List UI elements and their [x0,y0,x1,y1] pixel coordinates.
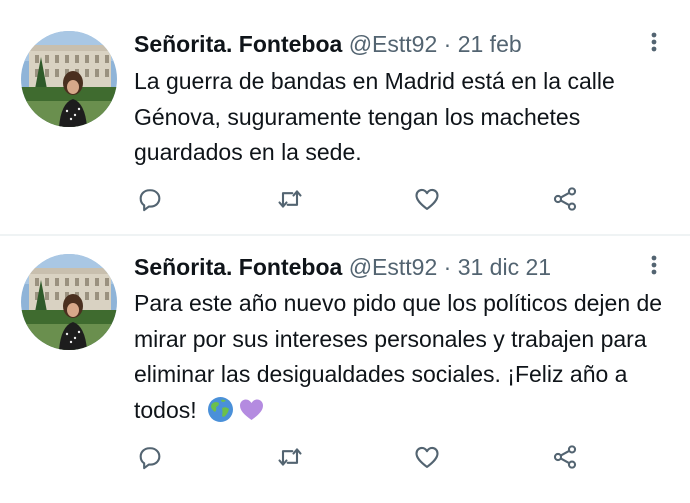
tweet-text: Para este año nuevo pido que los polític… [134,286,674,428]
tweet-header: Señorita. Fonteboa @Estt92 · 21 feb [134,30,630,58]
avatar[interactable] [21,31,117,127]
handle[interactable]: @Estt92 [349,31,438,57]
like-button[interactable] [407,179,447,219]
separator: · [443,254,452,280]
more-options-icon[interactable] [644,253,664,281]
share-button[interactable] [545,437,585,477]
tweet-date[interactable]: 31 dic 21 [458,254,551,280]
tweet-actions [0,437,690,477]
retweet-icon [278,190,302,208]
like-icon [415,188,439,210]
tweet[interactable]: Señorita. Fonteboa @Estt92 · 21 feb La g… [0,0,690,234]
reply-icon [139,189,161,212]
like-icon [415,446,439,468]
reply-button[interactable] [130,179,170,219]
reply-button[interactable] [130,437,170,477]
retweet-button[interactable] [270,179,310,219]
tweet-date[interactable]: 21 feb [458,31,522,57]
tweet-header: Señorita. Fonteboa @Estt92 · 31 dic 21 [134,253,630,281]
handle[interactable]: @Estt92 [349,254,438,280]
separator: · [443,31,452,57]
tweet[interactable]: Señorita. Fonteboa @Estt92 · 31 dic 21 P… [0,236,690,503]
more-options-icon[interactable] [644,30,664,58]
share-icon [553,445,577,469]
reply-icon [139,447,161,470]
tweet-feed: Señorita. Fonteboa @Estt92 · 21 feb La g… [0,0,690,503]
avatar[interactable] [21,254,117,350]
globe-icon [207,396,234,423]
like-button[interactable] [407,437,447,477]
display-name[interactable]: Señorita. Fonteboa [134,254,342,280]
tweet-text-content: La guerra de bandas en Madrid está en la… [134,68,615,165]
tweet-text: La guerra de bandas en Madrid está en la… [134,64,674,171]
retweet-icon [278,448,302,466]
avatar-photo [21,31,117,127]
avatar-photo [21,254,117,350]
share-icon [553,187,577,211]
display-name[interactable]: Señorita. Fonteboa [134,31,342,57]
tweet-actions [0,179,690,219]
share-button[interactable] [545,179,585,219]
retweet-button[interactable] [270,437,310,477]
purple-heart-icon [238,396,265,423]
